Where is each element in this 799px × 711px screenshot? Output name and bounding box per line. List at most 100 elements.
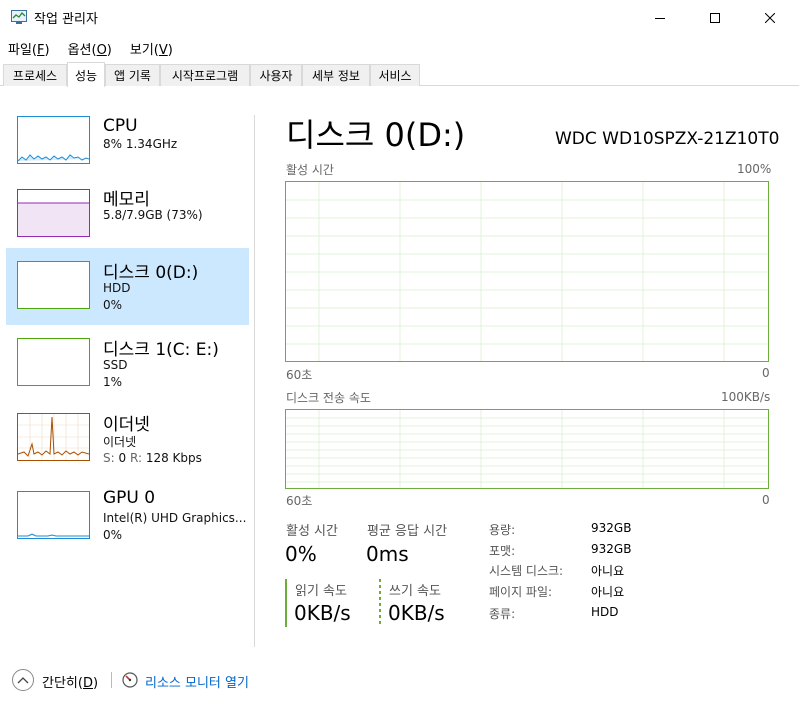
transfer-graph-timespan: 60초: [286, 494, 313, 508]
resource-sub-gpu: Intel(R) UHD Graphics...: [103, 511, 247, 525]
resource-item-ethernet[interactable]: 이더넷 이더넷 S: 0 R: 128 Kbps: [6, 402, 249, 479]
resource-name-disk1: 디스크 1(C: E:): [103, 340, 219, 360]
info-label-system-disk: 시스템 디스크:: [489, 564, 564, 578]
info-label-formatted: 포맷:: [489, 544, 516, 558]
tab-app-history[interactable]: 앱 기록: [105, 64, 160, 86]
memory-mini-graph: [17, 189, 90, 237]
detail-title: 디스크 0(D:): [286, 116, 466, 154]
ethernet-mini-graph: [17, 413, 90, 461]
info-label-type: 종류:: [489, 607, 516, 621]
resource-type-disk0: HDD: [103, 281, 131, 295]
cpu-mini-graph: [17, 116, 90, 164]
active-time-graph-label: 활성 시간: [286, 163, 334, 177]
window-title: 작업 관리자: [34, 12, 98, 27]
menu-file[interactable]: 파일(F): [8, 37, 50, 59]
write-speed-marker: [379, 579, 381, 627]
menu-options[interactable]: 옵션(O): [68, 37, 112, 59]
ethernet-send-value: 0: [118, 451, 127, 465]
response-time-value: 0ms: [366, 542, 409, 566]
resource-sub-cpu: 8% 1.34GHz: [103, 137, 178, 151]
ethernet-receive-label: R:: [129, 451, 142, 465]
menu-bar: 파일(F) 옵션(O) 보기(V): [0, 37, 183, 59]
panel-divider: [254, 115, 255, 647]
close-button[interactable]: [747, 0, 793, 36]
fewer-details-link[interactable]: 간단히(D): [42, 672, 98, 691]
resource-item-cpu[interactable]: CPU 8% 1.34GHz: [6, 107, 249, 184]
open-resource-monitor-link[interactable]: 리소스 모니터 열기: [145, 672, 249, 691]
active-time-label: 활성 시간: [286, 524, 338, 539]
tab-startup[interactable]: 시작프로그램: [160, 64, 250, 86]
close-icon: [765, 13, 775, 23]
read-speed-label: 읽기 속도: [295, 584, 347, 599]
response-time-label: 평균 응답 시간: [367, 524, 448, 539]
resource-name-memory: 메모리: [103, 190, 150, 210]
active-time-graph-timespan: 60초: [286, 368, 313, 382]
transfer-graph-max: 100KB/s: [721, 390, 771, 404]
minimize-icon: [655, 18, 665, 19]
ethernet-receive-value: 128 Kbps: [145, 451, 202, 465]
resource-name-gpu: GPU 0: [103, 488, 156, 508]
gpu-mini-graph: [17, 491, 90, 539]
active-time-value: 0%: [285, 542, 317, 566]
footer-bar: 간단히(D) 리소스 모니터 열기: [0, 662, 799, 698]
active-time-graph-max: 100%: [737, 162, 772, 176]
resource-item-disk0[interactable]: 디스크 0(D:) HDD 0%: [6, 248, 249, 325]
info-value-system-disk: 아니요: [591, 564, 625, 578]
info-label-capacity: 용량:: [489, 523, 516, 537]
menu-options-key: O: [96, 43, 107, 58]
maximize-icon: [710, 13, 720, 23]
minimize-button[interactable]: [637, 0, 683, 36]
menu-file-label: 파일: [8, 43, 32, 58]
resource-sub-ethernet: 이더넷: [103, 435, 137, 449]
tab-bar: 프로세스 성능 앱 기록 시작프로그램 사용자 세부 정보 서비스: [0, 62, 799, 87]
resource-name-disk0: 디스크 0(D:): [103, 263, 199, 283]
menu-view-label: 보기: [129, 43, 154, 58]
resource-usage-disk1: 1%: [103, 375, 123, 389]
menu-view[interactable]: 보기(V): [130, 37, 173, 59]
disk0-mini-graph: [17, 261, 90, 309]
resource-usage-disk0: 0%: [103, 298, 123, 312]
fewer-details-label: 간단히: [42, 676, 78, 691]
maximize-button[interactable]: [692, 0, 738, 36]
info-value-capacity: 932GB: [591, 521, 632, 535]
write-speed-value: 0KB/s: [388, 601, 445, 625]
fewer-details-key: D: [82, 676, 93, 691]
resource-sub-memory: 5.8/7.9GB (73%): [103, 208, 203, 222]
disk1-mini-graph: [17, 338, 90, 386]
active-time-graph-min: 0: [762, 366, 770, 380]
resource-usage-gpu: 0%: [103, 528, 123, 542]
menu-options-label: 옵션: [67, 43, 92, 58]
read-speed-marker: [285, 579, 287, 627]
write-speed-label: 쓰기 속도: [389, 584, 441, 599]
resource-throughput-ethernet: S: 0 R: 128 Kbps: [103, 451, 202, 465]
info-value-formatted: 932GB: [591, 542, 632, 556]
resource-name-ethernet: 이더넷: [103, 415, 150, 435]
tab-performance[interactable]: 성능: [67, 62, 105, 87]
info-value-type: HDD: [591, 605, 619, 619]
read-speed-value: 0KB/s: [294, 601, 351, 625]
info-label-page-file: 페이지 파일:: [489, 585, 553, 599]
tab-processes[interactable]: 프로세스: [3, 64, 67, 86]
tab-details[interactable]: 세부 정보: [302, 64, 370, 86]
tab-services[interactable]: 서비스: [370, 64, 420, 86]
ethernet-send-label: S:: [103, 451, 115, 465]
title-bar: 작업 관리자: [0, 0, 799, 36]
menu-file-key: F: [37, 43, 45, 58]
active-time-graph: [285, 181, 769, 362]
info-value-page-file: 아니요: [591, 585, 625, 599]
tab-users[interactable]: 사용자: [250, 64, 302, 86]
resource-list: CPU 8% 1.34GHz 메모리 5.8/7.9GB (73%) 디스크 0…: [0, 87, 254, 647]
disk-model: WDC WD10SPZX-21Z10T0: [555, 129, 780, 149]
resource-item-disk1[interactable]: 디스크 1(C: E:) SSD 1%: [6, 325, 249, 402]
transfer-graph-min: 0: [762, 493, 770, 507]
chevron-up-icon: [17, 677, 29, 684]
transfer-graph-label: 디스크 전송 속도: [286, 391, 371, 405]
resource-monitor-icon: [122, 672, 138, 688]
resource-item-gpu[interactable]: GPU 0 Intel(R) UHD Graphics... 0%: [6, 480, 249, 557]
transfer-rate-graph: [285, 409, 769, 489]
task-manager-icon: [11, 10, 27, 24]
menu-view-key: V: [158, 43, 168, 58]
resource-name-cpu: CPU: [103, 116, 138, 136]
fewer-details-button[interactable]: [12, 669, 34, 691]
footer-divider: [111, 672, 112, 688]
